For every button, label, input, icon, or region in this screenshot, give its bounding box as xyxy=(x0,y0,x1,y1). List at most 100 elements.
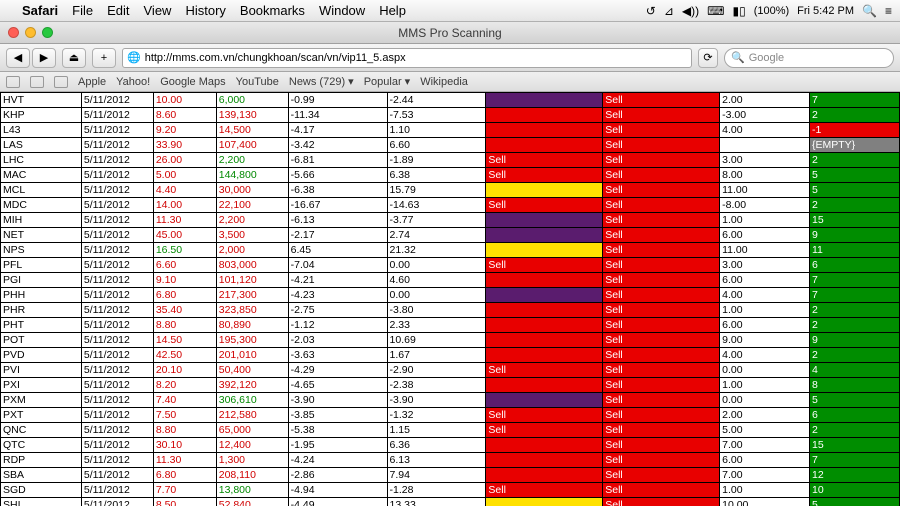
menu-edit[interactable]: Edit xyxy=(107,3,129,18)
close-icon[interactable] xyxy=(8,27,19,38)
bookmark-youtube[interactable]: YouTube xyxy=(236,76,279,88)
table-cell: -4.17 xyxy=(288,123,387,138)
table-cell: 5/11/2012 xyxy=(81,243,153,258)
table-cell: 6.80 xyxy=(153,288,216,303)
table-cell: 5/11/2012 xyxy=(81,468,153,483)
table-cell: LHC xyxy=(1,153,82,168)
table-row[interactable]: KHP5/11/20128.60139,130-11.34-7.53Sell-3… xyxy=(1,108,900,123)
table-cell: 5/11/2012 xyxy=(81,318,153,333)
table-row[interactable]: PHR5/11/201235.40323,850-2.75-3.80Sell1.… xyxy=(1,303,900,318)
table-row[interactable]: MCL5/11/20124.4030,000-6.3815.79Sell11.0… xyxy=(1,183,900,198)
table-cell: Sell xyxy=(603,183,720,198)
table-row[interactable]: SBA5/11/20126.80208,110-2.867.94Sell7.00… xyxy=(1,468,900,483)
table-cell: 2.00 xyxy=(720,93,810,108)
forward-button[interactable]: ▶ xyxy=(32,48,56,68)
menu-window[interactable]: Window xyxy=(319,3,365,18)
reading-list-icon[interactable] xyxy=(54,76,68,88)
bookmark-apple[interactable]: Apple xyxy=(78,76,106,88)
add-bookmark-button[interactable]: + xyxy=(92,48,116,68)
table-row[interactable]: LAS5/11/201233.90107,400-3.426.60Sell{EM… xyxy=(1,138,900,153)
table-cell: 5/11/2012 xyxy=(81,198,153,213)
table-row[interactable]: QTC5/11/201230.1012,400-1.956.36Sell7.00… xyxy=(1,438,900,453)
address-bar[interactable]: 🌐 http://mms.com.vn/chungkhoan/scan/vn/v… xyxy=(122,48,692,68)
bookmark-news[interactable]: News (729) ▾ xyxy=(289,75,354,88)
table-cell: -3.63 xyxy=(288,348,387,363)
wifi-icon[interactable]: ⊿ xyxy=(664,4,674,18)
table-row[interactable]: NPS5/11/201216.502,0006.4521.32Sell11.00… xyxy=(1,243,900,258)
table-cell: -2.86 xyxy=(288,468,387,483)
table-row[interactable]: MDC5/11/201214.0022,100-16.67-14.63SellS… xyxy=(1,198,900,213)
table-cell: QNC xyxy=(1,423,82,438)
table-row[interactable]: PGI5/11/20129.10101,120-4.214.60Sell6.00… xyxy=(1,273,900,288)
table-row[interactable]: PHH5/11/20126.80217,300-4.230.00Sell4.00… xyxy=(1,288,900,303)
table-row[interactable]: POT5/11/201214.50195,300-2.0310.69Sell9.… xyxy=(1,333,900,348)
table-row[interactable]: PXT5/11/20127.50212,580-3.85-1.32SellSel… xyxy=(1,408,900,423)
menu-view[interactable]: View xyxy=(144,3,172,18)
table-cell: Sell xyxy=(486,363,603,378)
reload-button[interactable]: ⟳ xyxy=(698,48,718,68)
table-row[interactable]: SHI5/11/20128.5052,840-4.4913.33Sell10.0… xyxy=(1,498,900,506)
app-name[interactable]: Safari xyxy=(22,3,58,18)
table-cell: -2.90 xyxy=(387,363,486,378)
menu-history[interactable]: History xyxy=(185,3,225,18)
battery-icon[interactable]: ▮▯ xyxy=(732,4,745,18)
table-cell: Sell xyxy=(603,438,720,453)
bookmark-maps[interactable]: Google Maps xyxy=(160,76,225,88)
spotlight-icon[interactable]: 🔍 xyxy=(862,4,877,18)
back-button[interactable]: ◀ xyxy=(6,48,30,68)
table-cell: Sell xyxy=(603,333,720,348)
table-cell: -1.89 xyxy=(387,153,486,168)
bookmark-popover-button[interactable]: ⏏ xyxy=(62,48,86,68)
sync-icon[interactable]: ↺ xyxy=(646,4,656,18)
bookmarks-sidebar-icon[interactable] xyxy=(6,76,20,88)
table-row[interactable]: NET5/11/201245.003,500-2.172.74Sell6.009 xyxy=(1,228,900,243)
table-row[interactable]: PFL5/11/20126.60803,000-7.040.00SellSell… xyxy=(1,258,900,273)
menu-extra-icon[interactable]: ≡ xyxy=(885,4,892,18)
table-cell: 6.00 xyxy=(720,228,810,243)
table-cell: Sell xyxy=(603,138,720,153)
top-sites-icon[interactable] xyxy=(30,76,44,88)
table-row[interactable]: SGD5/11/20127.7013,800-4.94-1.28SellSell… xyxy=(1,483,900,498)
menu-bookmarks[interactable]: Bookmarks xyxy=(240,3,305,18)
table-row[interactable]: MIH5/11/201211.302,200-6.13-3.77Sell1.00… xyxy=(1,213,900,228)
volume-icon[interactable]: ◀)) xyxy=(682,4,699,18)
table-cell: PHH xyxy=(1,288,82,303)
table-cell: 10.69 xyxy=(387,333,486,348)
minimize-icon[interactable] xyxy=(25,27,36,38)
table-cell xyxy=(720,138,810,153)
table-cell: -1.28 xyxy=(387,483,486,498)
table-cell: 6,000 xyxy=(216,93,288,108)
table-row[interactable]: RDP5/11/201211.301,300-4.246.13Sell6.007 xyxy=(1,453,900,468)
table-cell: 11.00 xyxy=(720,183,810,198)
keyboard-icon[interactable]: ⌨ xyxy=(707,4,724,18)
bookmark-popular[interactable]: Popular ▾ xyxy=(364,75,411,88)
table-cell: 9 xyxy=(810,228,900,243)
table-cell: Sell xyxy=(603,453,720,468)
table-row[interactable]: PVI5/11/201220.1050,400-4.29-2.90SellSel… xyxy=(1,363,900,378)
table-row[interactable]: PHT5/11/20128.8080,890-1.122.33Sell6.002 xyxy=(1,318,900,333)
table-row[interactable]: L435/11/20129.2014,500-4.171.10Sell4.00-… xyxy=(1,123,900,138)
table-cell: 7.00 xyxy=(720,438,810,453)
menu-file[interactable]: File xyxy=(72,3,93,18)
table-row[interactable]: PVD5/11/201242.50201,010-3.631.67Sell4.0… xyxy=(1,348,900,363)
table-row[interactable]: LHC5/11/201226.002,200-6.81-1.89SellSell… xyxy=(1,153,900,168)
search-field[interactable]: 🔍 Google xyxy=(724,48,894,68)
table-row[interactable]: HVT5/11/201210.006,000-0.99-2.44Sell2.00… xyxy=(1,93,900,108)
zoom-icon[interactable] xyxy=(42,27,53,38)
table-row[interactable]: QNC5/11/20128.8065,000-5.381.15SellSell5… xyxy=(1,423,900,438)
table-row[interactable]: MAC5/11/20125.00144,800-5.666.38SellSell… xyxy=(1,168,900,183)
table-cell: 7.00 xyxy=(720,468,810,483)
table-cell: -2.17 xyxy=(288,228,387,243)
menu-help[interactable]: Help xyxy=(379,3,406,18)
table-row[interactable]: PXI5/11/20128.20392,120-4.65-2.38Sell1.0… xyxy=(1,378,900,393)
table-cell: 50,400 xyxy=(216,363,288,378)
clock[interactable]: Fri 5:42 PM xyxy=(797,5,854,17)
table-cell: 5/11/2012 xyxy=(81,258,153,273)
bookmark-wikipedia[interactable]: Wikipedia xyxy=(420,76,468,88)
table-cell: 45.00 xyxy=(153,228,216,243)
bookmark-yahoo[interactable]: Yahoo! xyxy=(116,76,150,88)
table-cell xyxy=(486,453,603,468)
table-cell: Sell xyxy=(486,198,603,213)
table-row[interactable]: PXM5/11/20127.40306,610-3.90-3.90Sell0.0… xyxy=(1,393,900,408)
table-cell xyxy=(486,303,603,318)
